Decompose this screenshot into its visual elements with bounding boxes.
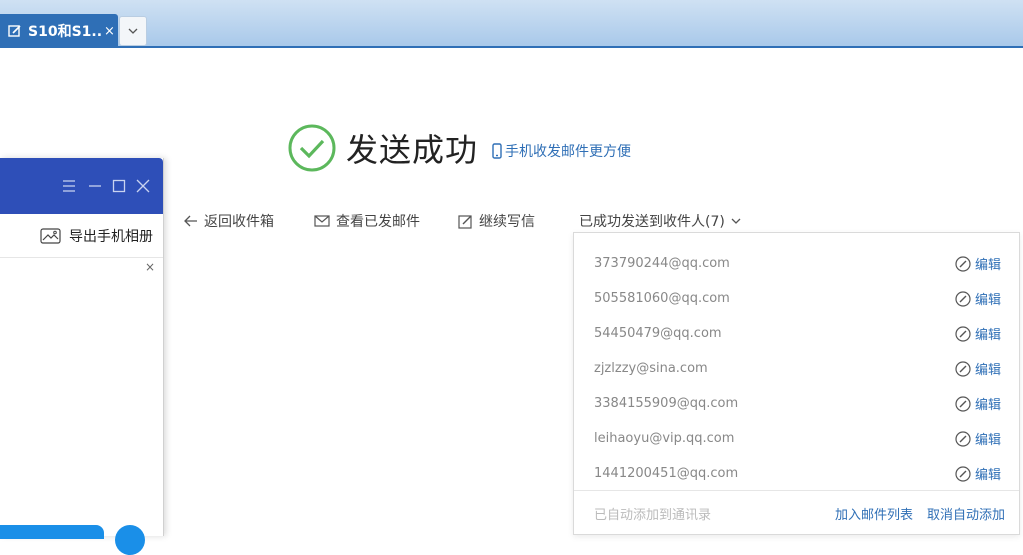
- side-window-titlebar: [0, 158, 163, 214]
- side-bottom-bar[interactable]: [0, 525, 104, 539]
- recipient-email: 505581060@qq.com: [594, 291, 730, 306]
- recipient-row: 1441200451@qq.com 编辑: [574, 456, 1019, 491]
- export-photo-album-button[interactable]: 导出手机相册: [40, 226, 153, 246]
- recipient-edit-label: 编辑: [975, 433, 1002, 448]
- tab-bar: S10和S1... ×: [0, 0, 1023, 48]
- success-check-icon: [288, 124, 336, 172]
- recipient-edit-label: 编辑: [975, 258, 1002, 273]
- continue-writing-button[interactable]: 继续写信: [458, 211, 535, 231]
- pencil-icon: [955, 465, 971, 482]
- tab-close-button[interactable]: ×: [104, 24, 115, 39]
- add-to-mailing-list-link[interactable]: 加入邮件列表: [835, 504, 913, 523]
- view-sent-button[interactable]: 查看已发邮件: [314, 211, 420, 231]
- recipient-email: 3384155909@qq.com: [594, 396, 739, 411]
- send-success-banner: 发送成功: [288, 124, 478, 172]
- recipient-email: 373790244@qq.com: [594, 256, 730, 271]
- maximize-icon[interactable]: [111, 178, 127, 194]
- side-window: 导出手机相册 ×: [0, 158, 164, 555]
- sent-recipients-label: 已成功发送到收件人(7): [579, 214, 725, 230]
- auto-added-note: 已自动添加到通讯录: [594, 508, 712, 523]
- recipient-row: 505581060@qq.com 编辑: [574, 281, 1019, 316]
- recipient-email: 1441200451@qq.com: [594, 466, 739, 481]
- image-icon: [40, 228, 61, 244]
- back-to-inbox-button[interactable]: 返回收件箱: [184, 211, 274, 231]
- mobile-mail-link-label: 手机收发邮件更方便: [505, 144, 631, 160]
- recipient-edit-button[interactable]: 编辑: [955, 289, 1001, 308]
- edit-icon: [458, 214, 472, 229]
- minimize-icon[interactable]: [87, 178, 103, 194]
- continue-writing-label: 继续写信: [479, 214, 535, 230]
- cancel-auto-add-link[interactable]: 取消自动添加: [927, 504, 1005, 523]
- side-bottom-round-button[interactable]: [115, 525, 145, 555]
- mobile-mail-link[interactable]: 手机收发邮件更方便: [492, 141, 631, 161]
- pencil-icon: [955, 430, 971, 447]
- recipient-edit-button[interactable]: 编辑: [955, 359, 1001, 378]
- pencil-icon: [955, 290, 971, 307]
- recipient-row: leihaoyu@vip.qq.com 编辑: [574, 421, 1019, 456]
- tab-title: S10和S1...: [28, 24, 102, 40]
- recipient-email: leihaoyu@vip.qq.com: [594, 431, 735, 446]
- success-title: 发送成功: [346, 131, 479, 169]
- recipient-edit-button[interactable]: 编辑: [955, 464, 1001, 483]
- pencil-icon: [955, 395, 971, 412]
- recipient-row: 54450479@qq.com 编辑: [574, 316, 1019, 351]
- recipient-edit-button[interactable]: 编辑: [955, 254, 1001, 273]
- recipients-panel: 373790244@qq.com 编辑 505581060@qq.com 编辑 …: [573, 232, 1020, 535]
- recipient-edit-label: 编辑: [975, 398, 1002, 413]
- view-sent-label: 查看已发邮件: [336, 214, 420, 230]
- pencil-icon: [955, 255, 971, 272]
- arrow-left-icon: [184, 215, 197, 227]
- recipient-email: 54450479@qq.com: [594, 326, 722, 341]
- recipient-edit-label: 编辑: [975, 293, 1002, 308]
- recipient-edit-label: 编辑: [975, 468, 1002, 483]
- recipient-edit-button[interactable]: 编辑: [955, 324, 1001, 343]
- side-window-toolbar: 导出手机相册: [0, 214, 163, 258]
- recipient-edit-button[interactable]: 编辑: [955, 429, 1001, 448]
- recipients-footer: 已自动添加到通讯录 加入邮件列表 取消自动添加: [574, 490, 1019, 535]
- back-to-inbox-label: 返回收件箱: [204, 214, 274, 230]
- pencil-icon: [955, 325, 971, 342]
- menu-icon[interactable]: [61, 178, 77, 194]
- chevron-down-icon: [731, 218, 741, 224]
- recipient-email: zjzlzzy@sina.com: [594, 361, 708, 376]
- close-icon[interactable]: [135, 178, 151, 194]
- recipient-row: 373790244@qq.com 编辑: [574, 246, 1019, 281]
- recipient-edit-label: 编辑: [975, 363, 1002, 378]
- mail-icon: [314, 215, 330, 227]
- tab-dropdown-button[interactable]: [119, 16, 147, 46]
- pencil-icon: [955, 360, 971, 377]
- phone-icon: [492, 143, 502, 159]
- tab-compose[interactable]: S10和S1... ×: [0, 14, 118, 48]
- sent-recipients-toggle[interactable]: 已成功发送到收件人(7): [579, 211, 741, 231]
- edit-icon: [8, 25, 21, 37]
- recipient-row: zjzlzzy@sina.com 编辑: [574, 351, 1019, 386]
- recipient-edit-button[interactable]: 编辑: [955, 394, 1001, 413]
- recipient-edit-label: 编辑: [975, 328, 1002, 343]
- chevron-down-icon: [128, 28, 138, 34]
- side-panel-close-button[interactable]: ×: [145, 260, 155, 274]
- recipient-row: 3384155909@qq.com 编辑: [574, 386, 1019, 421]
- export-photo-album-label: 导出手机相册: [69, 229, 153, 245]
